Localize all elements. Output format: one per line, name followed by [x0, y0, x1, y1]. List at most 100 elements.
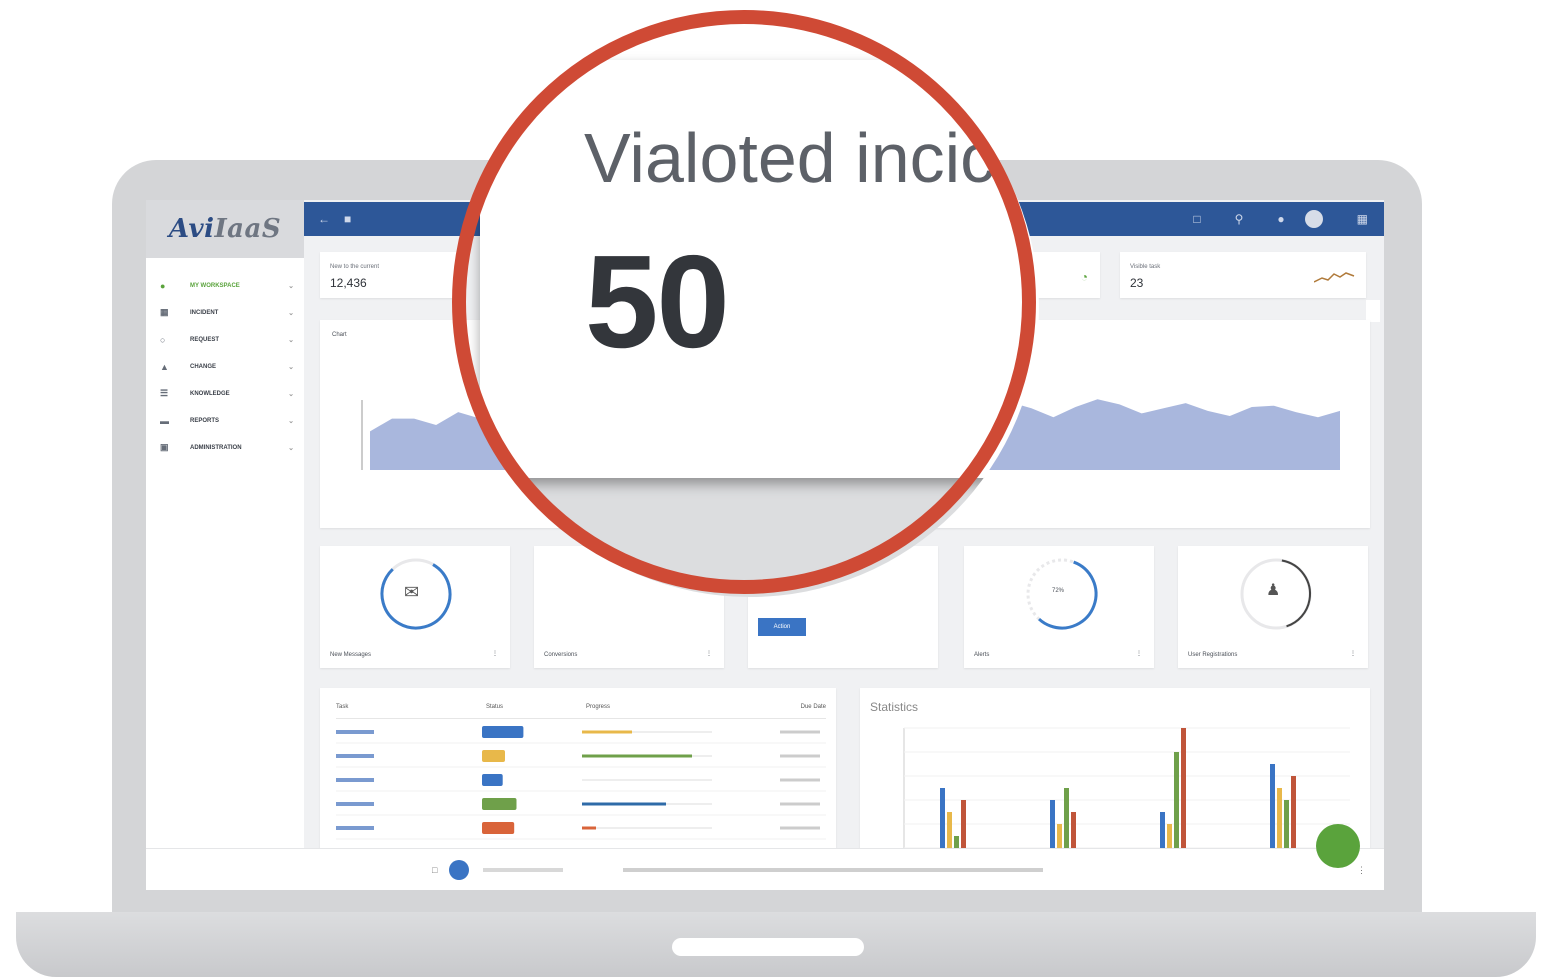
status-badge — [482, 774, 503, 786]
sidebar-item-label: ADMINISTRATION — [190, 444, 242, 451]
logo-suffix: IaaS — [214, 214, 282, 244]
bell-icon[interactable]: ● — [1277, 212, 1284, 226]
progress-bar — [582, 730, 632, 734]
message-text — [623, 868, 1044, 872]
widget-label: Conversions — [544, 652, 578, 658]
more-icon[interactable]: ⋮ — [492, 650, 498, 657]
task-link — [336, 730, 374, 734]
chevron-down-icon: ⌄ — [288, 444, 294, 452]
users-icon: ▲ — [160, 361, 169, 372]
widget-label: User Registrations — [1188, 652, 1238, 658]
status-badge — [482, 822, 515, 834]
due-date — [780, 754, 820, 758]
chevron-down-icon: ⌄ — [288, 417, 294, 425]
user-add-icon: ♟ — [1266, 582, 1281, 599]
bar — [1064, 788, 1069, 848]
bar — [1050, 800, 1055, 848]
grid-menu-icon[interactable]: ▦ — [1357, 212, 1368, 226]
bottom-notification-bar: □ ⋮ — [146, 848, 1384, 890]
sidebar-item-knowledge[interactable]: ☰ KNOWLEDGE ⌄ — [146, 380, 304, 407]
due-date — [780, 730, 820, 734]
sidebar: ● MY WORKSPACE ⌄ ▦ INCIDENT ⌄ ○ REQUEST … — [146, 258, 304, 890]
bar — [1071, 812, 1076, 848]
logo-main: Avi — [168, 214, 215, 244]
progress-bar — [582, 802, 666, 806]
sidebar-item-label: REQUEST — [190, 336, 220, 343]
chat-icon: ○ — [160, 334, 166, 345]
table-rows — [336, 726, 826, 840]
due-date — [780, 778, 820, 782]
stat-value: 12,436 — [330, 276, 367, 290]
pie-mini-icon: ◔ — [1080, 270, 1088, 284]
more-icon[interactable]: ⋮ — [1136, 650, 1142, 657]
mail-icon: ✉ — [404, 582, 420, 602]
sidebar-item-request[interactable]: ○ REQUEST ⌄ — [146, 326, 304, 353]
chat-icon[interactable]: □ — [432, 865, 437, 875]
chevron-down-icon: ⌄ — [288, 309, 294, 317]
progress-bar — [582, 826, 596, 830]
sidebar-item-my-workspace[interactable]: ● MY WORKSPACE ⌄ — [146, 272, 304, 299]
calendar-icon[interactable]: □ — [1193, 212, 1200, 226]
progress-bar — [582, 754, 692, 758]
bar — [1057, 824, 1062, 848]
sidebar-item-label: INCIDENT — [190, 309, 219, 316]
bar — [1174, 752, 1179, 848]
task-link — [336, 754, 374, 758]
stat-card-4: Visible task 23 — [1120, 252, 1366, 298]
widget-user-registrations: ♟ User Registrations ⋮ — [1178, 546, 1368, 668]
sidebar-item-incident[interactable]: ▦ INCIDENT ⌄ — [146, 299, 304, 326]
stat-label: New to the current — [330, 264, 380, 270]
magnifier-ring — [452, 10, 1036, 594]
bar — [1181, 728, 1186, 848]
bar — [940, 788, 945, 848]
action-button[interactable]: Action — [758, 618, 806, 636]
chevron-down-icon: ⌄ — [288, 363, 294, 371]
sidebar-item-label: MY WORKSPACE — [190, 282, 240, 289]
laptop-notch — [672, 938, 864, 956]
sidebar-item-label: KNOWLEDGE — [190, 390, 230, 397]
sidebar-item-administration[interactable]: ▣ ADMINISTRATION ⌄ — [146, 434, 304, 461]
avatar[interactable] — [1304, 210, 1323, 228]
bar — [1284, 800, 1289, 848]
list-icon: ☰ — [160, 388, 169, 398]
more-icon[interactable]: ⋮ — [1350, 650, 1356, 657]
bar — [1277, 788, 1282, 848]
bar — [1160, 812, 1165, 848]
bar — [1270, 764, 1275, 848]
progress-track — [582, 779, 712, 781]
status-badge — [482, 750, 505, 762]
bar — [954, 836, 959, 848]
more-icon[interactable]: ⋮ — [1357, 865, 1366, 876]
task-link — [336, 778, 374, 782]
due-date — [780, 826, 820, 830]
task-link — [336, 826, 374, 830]
sidebar-item-change[interactable]: ▲ CHANGE ⌄ — [146, 353, 304, 380]
status-badge — [482, 798, 517, 810]
doc-icon: ▣ — [160, 442, 169, 452]
sidebar-item-reports[interactable]: ▬ REPORTS ⌄ — [146, 407, 304, 434]
avatar — [449, 860, 470, 880]
statistics-card: Statistics — [860, 688, 1370, 858]
back-arrow-icon[interactable]: ← — [318, 212, 330, 226]
search-icon[interactable]: ⚲ — [1235, 212, 1244, 226]
progress-track — [582, 827, 712, 829]
stat-card-1: New to the current 12,436 — [320, 252, 460, 298]
more-icon[interactable]: ⋮ — [706, 650, 712, 657]
due-date — [780, 802, 820, 806]
scroll-handle[interactable] — [1366, 300, 1380, 322]
bar — [947, 812, 952, 848]
bar — [961, 800, 966, 848]
bar — [1167, 824, 1172, 848]
chevron-down-icon: ⌄ — [288, 282, 294, 290]
bar-chart — [903, 727, 1350, 849]
sparkline-icon — [1314, 272, 1355, 283]
widget-label: New Messages — [330, 652, 372, 658]
fab-button[interactable] — [1316, 824, 1360, 868]
grid-icon: ▦ — [160, 307, 169, 317]
stat-label: Visible task — [1130, 264, 1161, 270]
status-badge — [482, 726, 524, 738]
bar — [1291, 776, 1296, 848]
menu-icon[interactable]: ■ — [344, 212, 351, 226]
chevron-down-icon: ⌄ — [288, 336, 294, 344]
task-link — [336, 802, 374, 806]
